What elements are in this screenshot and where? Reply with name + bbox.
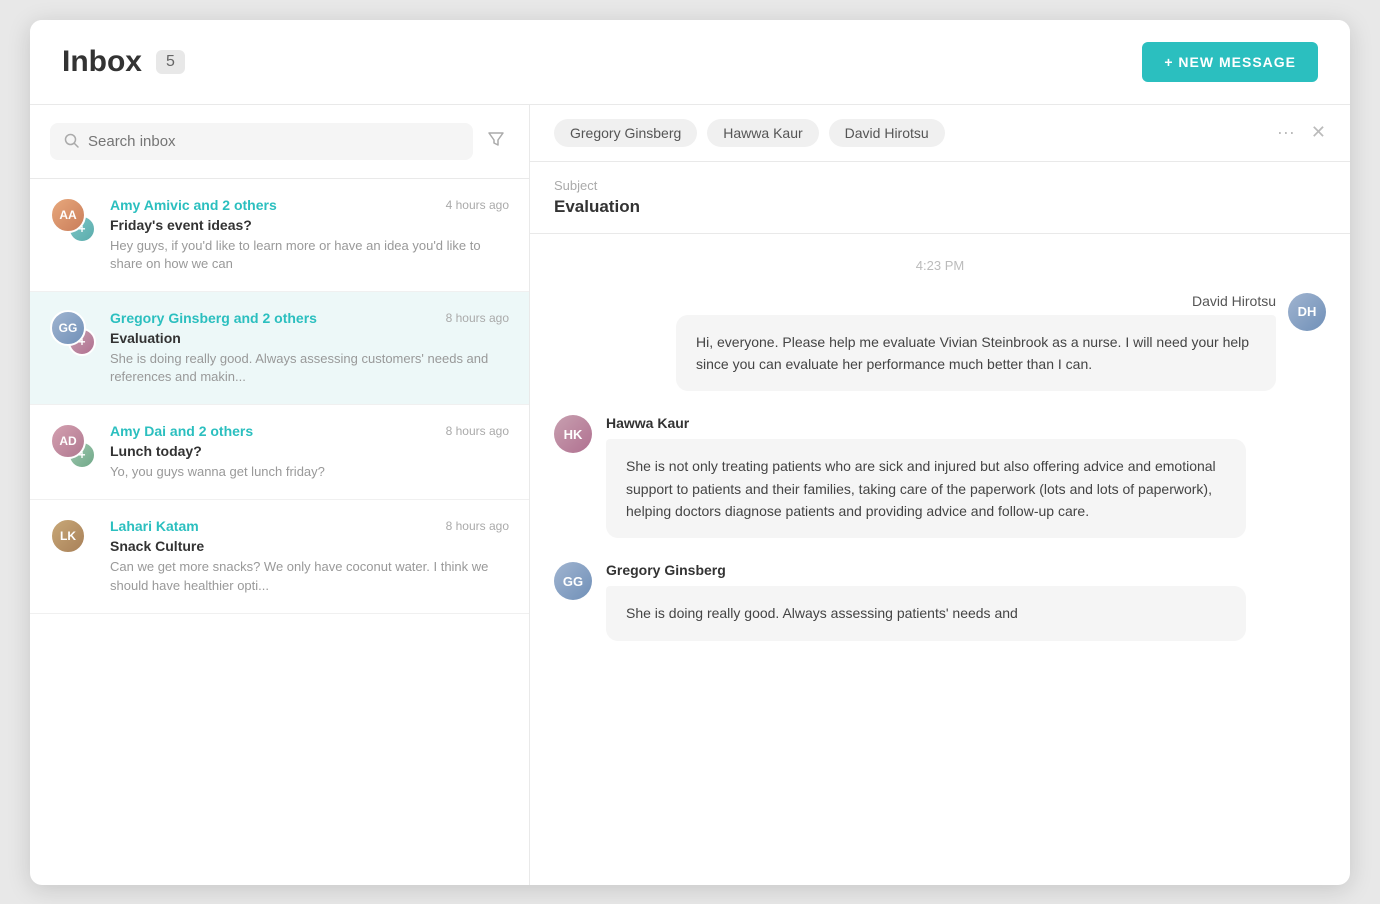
gregory-avatar: GG [554, 562, 592, 600]
message-item[interactable]: LK Lahari Katam 8 hours ago Snack Cultur… [30, 500, 529, 613]
message-header: Lahari Katam 8 hours ago [110, 518, 509, 534]
gregory-message-bubble: She is doing really good. Always assessi… [606, 586, 1246, 640]
page-title: Inbox [62, 45, 142, 79]
sent-message-author: David Hirotsu [676, 293, 1276, 309]
hawwa-avatar: HK [554, 415, 592, 453]
received-message: HK Hawwa Kaur She is not only treating p… [554, 415, 1326, 538]
thread-timestamp: 4:23 PM [554, 258, 1326, 273]
search-icon [64, 133, 80, 149]
message-content: Gregory Ginsberg and 2 others 8 hours ag… [110, 310, 509, 386]
subject-label: Subject [554, 178, 1326, 193]
message-list: AA + Amy Amivic and 2 others 4 hours ago… [30, 179, 529, 885]
david-avatar: DH [1288, 293, 1326, 331]
message-item[interactable]: GG + Gregory Ginsberg and 2 others 8 hou… [30, 292, 529, 405]
received-message: GG Gregory Ginsberg She is doing really … [554, 562, 1326, 640]
right-panel: Gregory Ginsberg Hawwa Kaur David Hirots… [530, 105, 1350, 885]
app-container: Inbox 5 + NEW MESSAGE [30, 20, 1350, 885]
avatar-main: AD [50, 423, 86, 459]
sent-message-content: David Hirotsu Hi, everyone. Please help … [676, 293, 1276, 392]
hawwa-author: Hawwa Kaur [606, 415, 1326, 431]
new-message-button[interactable]: + NEW MESSAGE [1142, 42, 1318, 82]
message-item[interactable]: AD + Amy Dai and 2 others 8 hours ago Lu… [30, 405, 529, 500]
avatar-main: GG [50, 310, 86, 346]
conversation-header: Gregory Ginsberg Hawwa Kaur David Hirots… [530, 105, 1350, 162]
recipient-chip-david[interactable]: David Hirotsu [829, 119, 945, 147]
main-layout: AA + Amy Amivic and 2 others 4 hours ago… [30, 105, 1350, 885]
search-bar-area [30, 105, 529, 179]
recipient-chip-gregory[interactable]: Gregory Ginsberg [554, 119, 697, 147]
gregory-message-content: Gregory Ginsberg She is doing really goo… [606, 562, 1326, 640]
avatar-main: LK [50, 518, 86, 554]
sent-message-bubble: Hi, everyone. Please help me evaluate Vi… [676, 315, 1276, 392]
message-item[interactable]: AA + Amy Amivic and 2 others 4 hours ago… [30, 179, 529, 292]
hawwa-message-content: Hawwa Kaur She is not only treating pati… [606, 415, 1326, 538]
inbox-count-badge: 5 [156, 50, 185, 74]
more-options-icon[interactable]: ··· [1277, 122, 1295, 143]
message-content: Lahari Katam 8 hours ago Snack Culture C… [110, 518, 509, 594]
message-preview: Yo, you guys wanna get lunch friday? [110, 463, 509, 481]
message-time: 8 hours ago [446, 424, 509, 438]
avatar-main: AA [50, 197, 86, 233]
message-preview: She is doing really good. Always assessi… [110, 350, 509, 386]
close-icon[interactable]: ✕ [1311, 122, 1326, 143]
avatar-stack: AA + [50, 197, 96, 243]
avatar-stack: AD + [50, 423, 96, 469]
message-time: 4 hours ago [446, 198, 509, 212]
recipient-chip-hawwa[interactable]: Hawwa Kaur [707, 119, 818, 147]
filter-icon[interactable] [483, 126, 509, 157]
message-sender: Lahari Katam [110, 518, 199, 534]
message-header: Amy Amivic and 2 others 4 hours ago [110, 197, 509, 213]
header-left: Inbox 5 [62, 45, 185, 79]
message-content: Amy Dai and 2 others 8 hours ago Lunch t… [110, 423, 509, 481]
thread-area: 4:23 PM David Hirotsu Hi, everyone. Plea… [530, 234, 1350, 885]
message-sender: Gregory Ginsberg and 2 others [110, 310, 317, 326]
left-panel: AA + Amy Amivic and 2 others 4 hours ago… [30, 105, 530, 885]
search-input[interactable] [88, 133, 459, 150]
message-header: Gregory Ginsberg and 2 others 8 hours ag… [110, 310, 509, 326]
message-preview: Hey guys, if you'd like to learn more or… [110, 237, 509, 273]
search-input-wrapper [50, 123, 473, 160]
sent-message: David Hirotsu Hi, everyone. Please help … [554, 293, 1326, 392]
message-content: Amy Amivic and 2 others 4 hours ago Frid… [110, 197, 509, 273]
hawwa-message-bubble: She is not only treating patients who ar… [606, 439, 1246, 538]
message-subject: Lunch today? [110, 443, 509, 459]
conversation-actions: ··· ✕ [1277, 122, 1326, 143]
avatar-stack: LK [50, 518, 96, 564]
message-sender: Amy Amivic and 2 others [110, 197, 277, 213]
subject-value: Evaluation [554, 197, 1326, 217]
message-subject: Snack Culture [110, 538, 509, 554]
header: Inbox 5 + NEW MESSAGE [30, 20, 1350, 105]
message-sender: Amy Dai and 2 others [110, 423, 253, 439]
avatar-stack: GG + [50, 310, 96, 356]
gregory-author: Gregory Ginsberg [606, 562, 1326, 578]
message-time: 8 hours ago [446, 311, 509, 325]
subject-area: Subject Evaluation [530, 162, 1350, 234]
message-time: 8 hours ago [446, 519, 509, 533]
message-header: Amy Dai and 2 others 8 hours ago [110, 423, 509, 439]
message-subject: Friday's event ideas? [110, 217, 509, 233]
message-subject: Evaluation [110, 330, 509, 346]
message-preview: Can we get more snacks? We only have coc… [110, 558, 509, 594]
